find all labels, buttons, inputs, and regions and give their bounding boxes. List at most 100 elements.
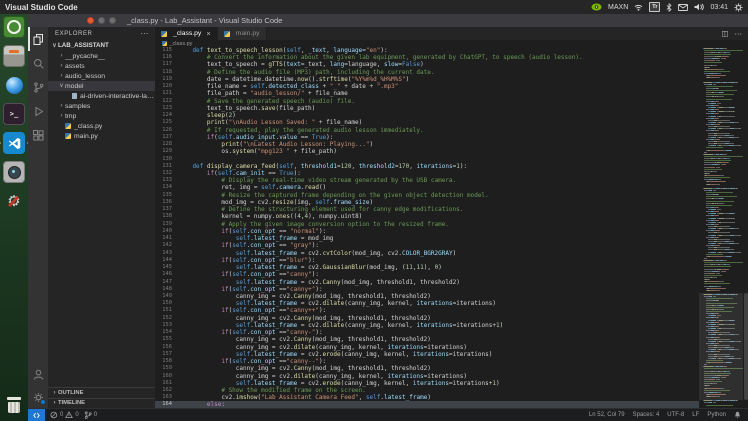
mail-icon[interactable] — [678, 3, 689, 11]
code-line-130[interactable]: 130 — [155, 156, 699, 163]
split-editor-icon[interactable]: ◫ — [721, 29, 728, 38]
code-line-116[interactable]: 116 # Convert the information about the … — [155, 54, 699, 61]
code-line-121[interactable]: 121 file_path = "audio_lesson/" + file_n… — [155, 90, 699, 97]
session-gear-icon[interactable] — [734, 3, 743, 12]
code-line-131[interactable]: 131 def display_camera_feed(self, thresh… — [155, 163, 699, 170]
maximize-window-button[interactable] — [109, 17, 116, 24]
code-line-119[interactable]: 119 date = datetime.datetime.now().strft… — [155, 76, 699, 83]
code-line-118[interactable]: 118 # Define the audio file (MP3) path, … — [155, 69, 699, 76]
code-line-143[interactable]: 143 self.latest_frame = cv2.cvtColor(mod… — [155, 250, 699, 257]
ubuntu-launcher-icon[interactable] — [3, 16, 25, 38]
search-activity-icon[interactable] — [28, 51, 48, 75]
cursor-position[interactable]: Ln 52, Col 79 — [589, 412, 625, 418]
browser-icon[interactable] — [3, 74, 25, 96]
tab-main-py[interactable]: main.py — [217, 27, 267, 40]
remote-indicator[interactable] — [28, 409, 45, 421]
tab-class-py[interactable]: _class.py × — [155, 27, 218, 40]
code-line-142[interactable]: 142 if(self.con_opt == "gray"): — [155, 242, 699, 249]
settings-gear-icon[interactable] — [28, 386, 48, 408]
tree-item-ai-driven-interactive-lab-assistant-[interactable]: ai-driven-interactive-lab-assistant-... — [48, 91, 155, 101]
code-line-146[interactable]: 146 if(self.con_opt =="canny"): — [155, 271, 699, 278]
code-line-127[interactable]: 127 if(self.audio_input.value == True): — [155, 134, 699, 141]
code-line-133[interactable]: 133 # Display the real-time video stream… — [155, 177, 699, 184]
code-line-117[interactable]: 117 text_to_speech = gTTS(text=_text, la… — [155, 61, 699, 68]
code-line-150[interactable]: 150 self.latest_frame = cv2.dilate(canny… — [155, 300, 699, 307]
code-line-145[interactable]: 145 self.latest_frame = cv2.GaussianBlur… — [155, 264, 699, 271]
outline-section[interactable]: › OUTLINE — [48, 387, 155, 398]
explorer-more-actions-icon[interactable]: ⋯ — [140, 29, 149, 38]
code-line-151[interactable]: 151 if(self.con_opt =="canny++"): — [155, 307, 699, 314]
code-line-147[interactable]: 147 self.latest_frame = cv2.Canny(mod_im… — [155, 279, 699, 286]
tree-item-model[interactable]: ∨ model — [48, 81, 155, 91]
code-line-138[interactable]: 138 kernel = numpy.ones((4,4), numpy.uin… — [155, 213, 699, 220]
code-line-125[interactable]: 125 print("\nAudio Lesson Saved: " + fil… — [155, 119, 699, 126]
code-line-141[interactable]: 141 self.latest_frame = mod_img — [155, 235, 699, 242]
tree-item--class-py[interactable]: _class.py — [48, 121, 155, 131]
clock[interactable]: 03:41 — [710, 4, 728, 11]
notifications-bell-icon[interactable] — [734, 411, 741, 419]
account-icon[interactable] — [28, 362, 48, 386]
indentation-setting[interactable]: Spaces: 4 — [633, 412, 660, 418]
code-line-129[interactable]: 129 os.system("mpg123 " + file_path) — [155, 148, 699, 155]
code-line-159[interactable]: 159 canny_img = cv2.Canny(mod_img, thres… — [155, 365, 699, 372]
fork-indicator[interactable]: 0 — [84, 411, 97, 419]
eol-setting[interactable]: LF — [692, 412, 699, 418]
code-line-122[interactable]: 122 # Save the generated speech (audio) … — [155, 98, 699, 105]
more-actions-icon[interactable]: ⋯ — [735, 29, 743, 38]
keyboard-layout-indicator[interactable]: Tr — [649, 2, 661, 12]
code-line-126[interactable]: 126 # If requested, play the generated a… — [155, 127, 699, 134]
volume-icon[interactable] — [694, 3, 705, 11]
run-debug-activity-icon[interactable] — [28, 99, 48, 123]
close-tab-icon[interactable]: × — [206, 30, 210, 38]
minimize-window-button[interactable] — [98, 17, 105, 24]
code-line-154[interactable]: 154 if(self.con_opt =="canny-"): — [155, 329, 699, 336]
code-line-155[interactable]: 155 canny_img = cv2.Canny(mod_img, thres… — [155, 336, 699, 343]
language-mode[interactable]: Python — [707, 412, 726, 418]
code-line-120[interactable]: 120 file_name = self.detected_class + "_… — [155, 83, 699, 90]
code-line-124[interactable]: 124 sleep(2) — [155, 112, 699, 119]
extensions-activity-icon[interactable] — [28, 123, 48, 147]
encoding-setting[interactable]: UTF-8 — [667, 412, 684, 418]
close-window-button[interactable] — [87, 17, 94, 24]
scrollbar-thumb[interactable] — [743, 293, 748, 400]
code-line-134[interactable]: 134 ret, img = self.camera.read() — [155, 184, 699, 191]
code-line-115[interactable]: 115 def text_to_speech_lesson(self, _tex… — [155, 47, 699, 54]
breadcrumb[interactable]: _class.py — [155, 40, 748, 47]
code-line-144[interactable]: 144 if(self.con_opt =="blur"): — [155, 257, 699, 264]
terminal-icon[interactable]: >_ — [3, 103, 25, 125]
code-line-148[interactable]: 148 if(self.con_opt =="canny+"): — [155, 286, 699, 293]
camera-app-icon[interactable] — [3, 161, 25, 183]
code-line-135[interactable]: 135 # Resize the captured frame dependin… — [155, 192, 699, 199]
code-line-158[interactable]: 158 if(self.con_opt =="canny--"): — [155, 358, 699, 365]
code-line-136[interactable]: 136 mod_img = cv2.resize(img, self.frame… — [155, 199, 699, 206]
source-control-activity-icon[interactable] — [28, 75, 48, 99]
explorer-activity-icon[interactable] — [28, 27, 48, 51]
tree-item-tmp[interactable]: › tmp — [48, 111, 155, 121]
minimap-slider[interactable] — [699, 293, 743, 400]
code-line-140[interactable]: 140 if(self.con_opt == "normal"): — [155, 228, 699, 235]
code-line-152[interactable]: 152 canny_img = cv2.Canny(mod_img, thres… — [155, 315, 699, 322]
tree-item--pycache-[interactable]: › __pycache__ — [48, 51, 155, 61]
trash-icon[interactable] — [3, 395, 25, 417]
code-line-132[interactable]: 132 if(self.cam_init == True): — [155, 170, 699, 177]
minimap[interactable] — [699, 47, 743, 408]
gpu-mode-label[interactable]: MAXN — [608, 4, 628, 11]
file-manager-icon[interactable] — [3, 45, 25, 67]
tree-item-audio-lesson[interactable]: › audio_lesson — [48, 71, 155, 81]
editor-scrollbar[interactable] — [743, 47, 748, 408]
tree-item-samples[interactable]: › samples — [48, 101, 155, 111]
system-tools-icon[interactable]: ⚙ — [3, 190, 25, 212]
tree-item-assets[interactable]: › assets — [48, 61, 155, 71]
tree-item-lab-assistant[interactable]: ∨ LAB_ASSISTANT — [48, 40, 155, 51]
code-line-160[interactable]: 160 canny_img = cv2.dilate(canny_img, ke… — [155, 373, 699, 380]
wifi-icon[interactable] — [634, 4, 643, 11]
code-line-163[interactable]: 163 cv2.imshow("Lab Assistant Camera Fee… — [155, 394, 699, 401]
code-line-128[interactable]: 128 print("\nLatest Audio Lesson: Playin… — [155, 141, 699, 148]
bluetooth-icon[interactable] — [666, 2, 673, 12]
code-line-156[interactable]: 156 canny_img = cv2.dilate(canny_img, ke… — [155, 344, 699, 351]
tree-item-main-py[interactable]: main.py — [48, 131, 155, 141]
code-line-161[interactable]: 161 self.latest_frame = cv2.erode(canny_… — [155, 380, 699, 387]
code-line-137[interactable]: 137 # Define the structuring element use… — [155, 206, 699, 213]
nvidia-gpu-icon[interactable] — [591, 3, 602, 11]
problems-indicator[interactable]: 0 0 — [50, 411, 79, 419]
